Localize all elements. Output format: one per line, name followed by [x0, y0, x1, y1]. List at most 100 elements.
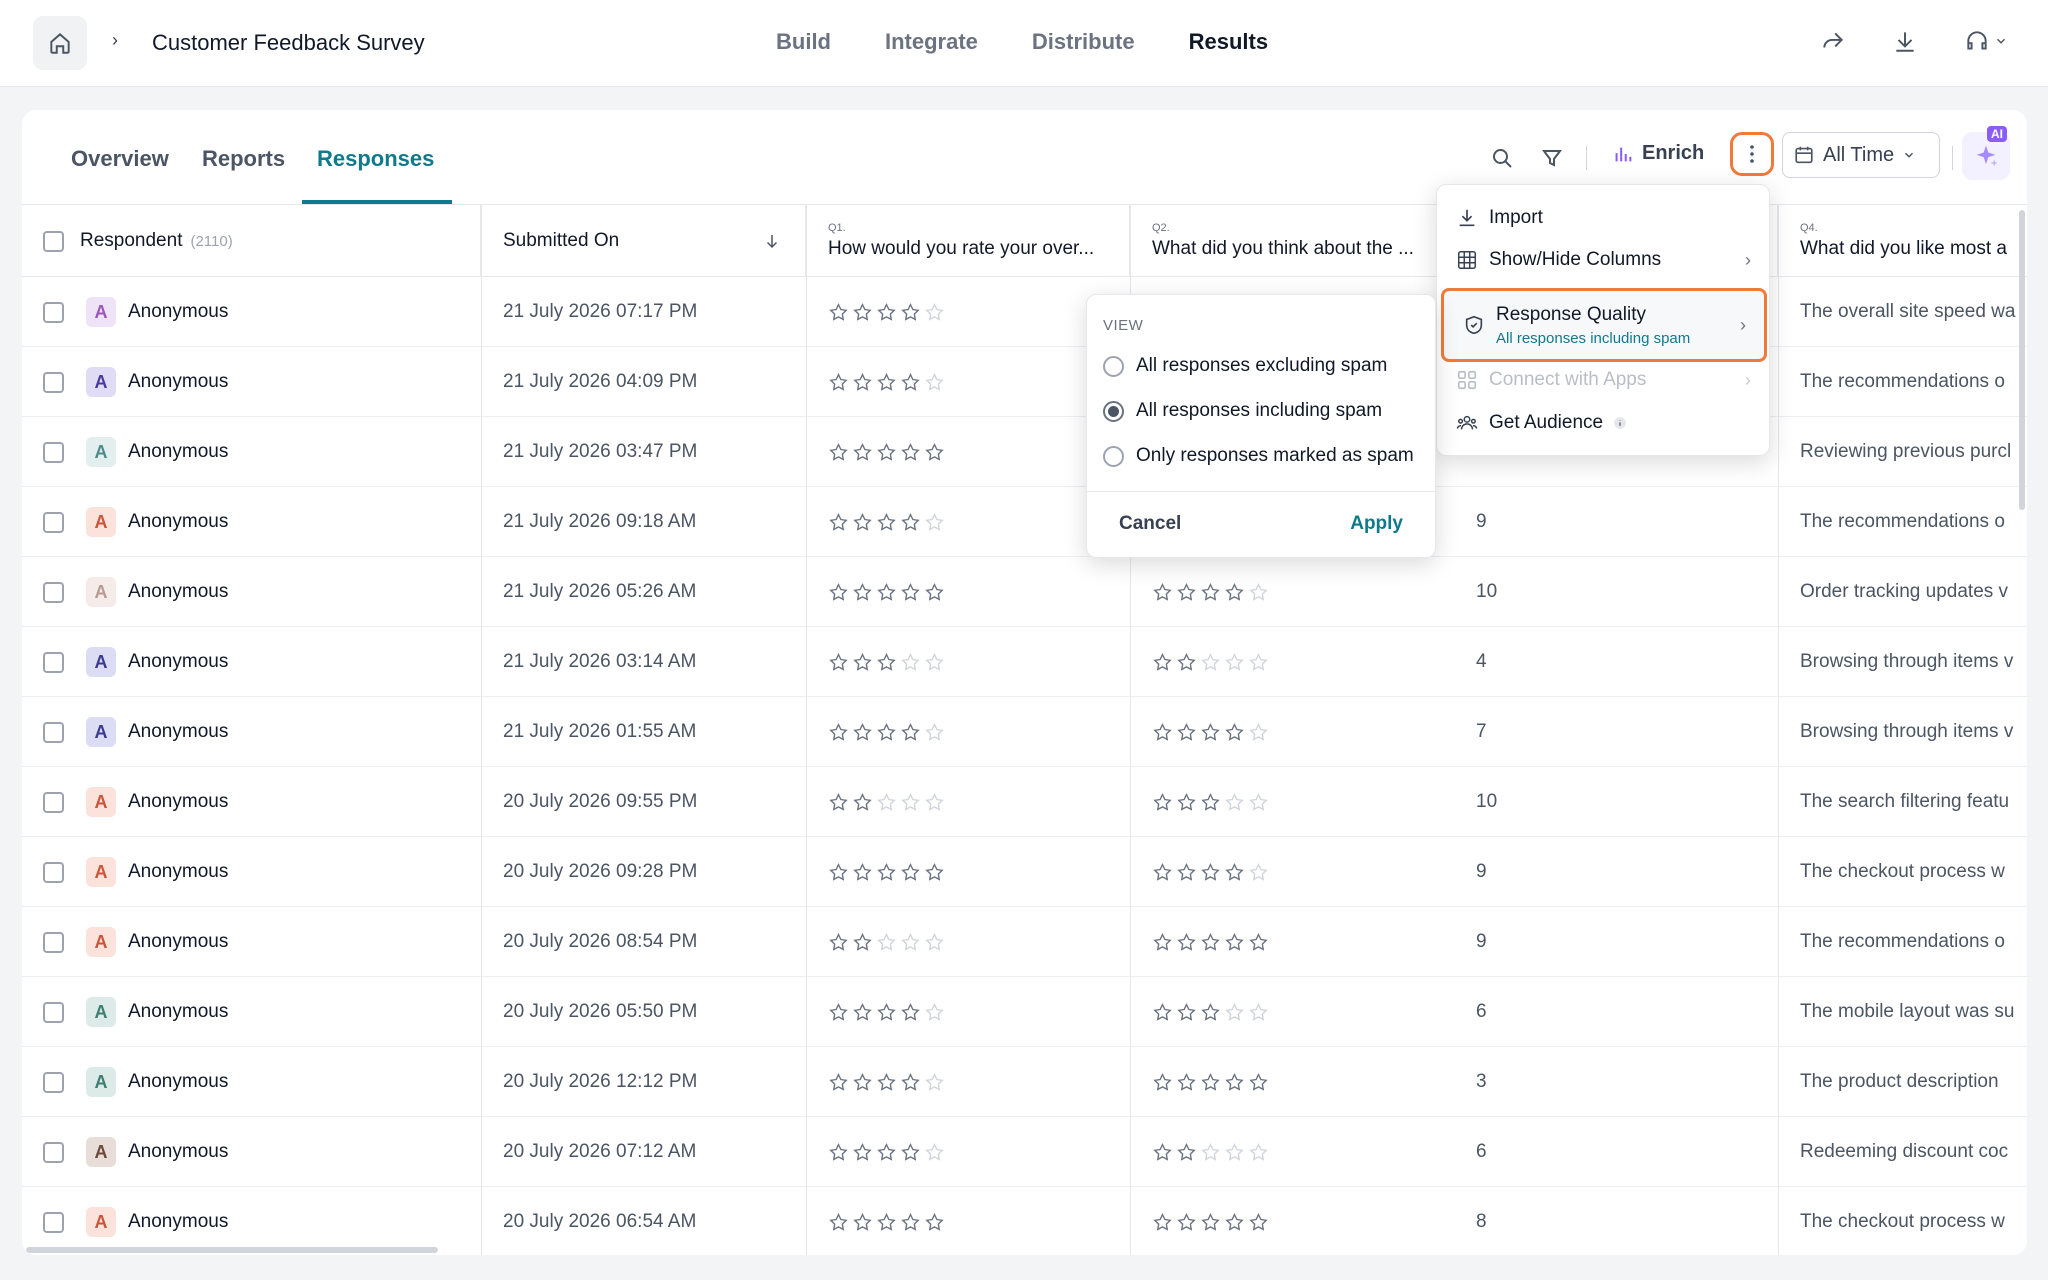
respondent-name[interactable]: Anonymous [128, 301, 228, 323]
row-checkbox[interactable] [43, 511, 64, 533]
nav-build[interactable]: Build [776, 29, 831, 55]
row-checkbox[interactable] [43, 301, 64, 323]
info-icon[interactable] [1613, 416, 1627, 430]
option-including-spam[interactable]: All responses including spam [1103, 400, 1382, 422]
table-row[interactable]: A Anonymous 20 July 2026 07:12 AM 6 Redeemin… [22, 1117, 2027, 1187]
vertical-scrollbar[interactable] [2019, 210, 2025, 510]
respondent-name[interactable]: Anonymous [128, 441, 228, 463]
home-button[interactable] [33, 16, 87, 70]
table-row[interactable]: A Anonymous 21 July 2026 09:18 AM 9 The reco… [22, 487, 2027, 557]
star-icon [925, 1072, 944, 1091]
star-icon [877, 582, 896, 601]
menu-get-audience[interactable]: Get Audience [1437, 406, 1769, 440]
header-q2[interactable]: Q2. What did you think about the ... [1130, 205, 1454, 277]
table-row[interactable]: A Anonymous 20 July 2026 05:50 PM 6 The mobi… [22, 977, 2027, 1047]
chevron-down-icon [1996, 38, 2006, 44]
radio-button[interactable] [1103, 355, 1124, 377]
sort-down-icon[interactable] [763, 232, 781, 250]
rating-stars [1152, 932, 1269, 953]
cancel-button[interactable]: Cancel [1119, 513, 1181, 535]
filter-button[interactable] [1536, 142, 1568, 174]
header-q1[interactable]: Q1. How would you rate your over... [806, 205, 1130, 277]
respondent-name[interactable]: Anonymous [128, 861, 228, 883]
row-checkbox[interactable] [43, 1071, 64, 1093]
respondent-cell: A Anonymous [43, 277, 473, 347]
q4-cell: The search filtering featu [1800, 791, 2010, 812]
menu-response-quality[interactable]: Response Quality All responses including… [1441, 288, 1767, 362]
radio-button[interactable] [1103, 445, 1124, 467]
row-checkbox[interactable] [43, 441, 64, 463]
respondent-cell: A Anonymous [43, 1117, 473, 1187]
row-checkbox[interactable] [43, 1211, 64, 1233]
table-row[interactable]: A Anonymous 21 July 2026 05:26 AM 10 Order t… [22, 557, 2027, 627]
row-checkbox[interactable] [43, 581, 64, 603]
row-checkbox[interactable] [43, 721, 64, 743]
table-row[interactable]: A Anonymous 20 July 2026 09:28 PM 9 The chec… [22, 837, 2027, 907]
nav-integrate[interactable]: Integrate [885, 29, 978, 55]
tab-overview[interactable]: Overview [71, 146, 169, 172]
respondent-name[interactable]: Anonymous [128, 1001, 228, 1023]
respondent-name[interactable]: Anonymous [128, 511, 228, 533]
star-icon [829, 1142, 848, 1161]
nav-results[interactable]: Results [1189, 29, 1268, 55]
help-button[interactable] [1964, 28, 2008, 54]
menu-show-hide-columns[interactable]: Show/Hide Columns › [1437, 243, 1769, 277]
avatar: A [86, 1207, 116, 1237]
q1-cell [828, 1117, 1128, 1187]
apply-button[interactable]: Apply [1350, 513, 1403, 535]
respondent-name[interactable]: Anonymous [128, 791, 228, 813]
table-row[interactable]: A Anonymous 20 July 2026 08:54 PM 9 The reco… [22, 907, 2027, 977]
respondent-name[interactable]: Anonymous [128, 721, 228, 743]
tab-reports[interactable]: Reports [202, 146, 285, 172]
table-row[interactable]: A Anonymous 20 July 2026 12:12 PM 3 The prod… [22, 1047, 2027, 1117]
row-checkbox[interactable] [43, 861, 64, 883]
radio-button-selected[interactable] [1103, 400, 1124, 422]
menu-import[interactable]: Import [1437, 201, 1769, 235]
row-checkbox[interactable] [43, 651, 64, 673]
q2-cell [1152, 767, 1452, 837]
option-only-spam[interactable]: Only responses marked as spam [1103, 445, 1414, 467]
respondent-name[interactable]: Anonymous [128, 1071, 228, 1093]
row-checkbox[interactable] [43, 1001, 64, 1023]
star-icon [829, 652, 848, 671]
row-checkbox[interactable] [43, 791, 64, 813]
search-button[interactable] [1486, 142, 1518, 174]
star-icon [1225, 1212, 1244, 1231]
scrollbar-thumb[interactable] [26, 1247, 438, 1253]
q3-cell: 6 [1476, 1141, 1487, 1162]
menu-import-label: Import [1489, 207, 1543, 228]
table-row[interactable]: A Anonymous 21 July 2026 01:55 AM 7 Browsing… [22, 697, 2027, 767]
download-icon[interactable] [1892, 28, 1918, 54]
avatar: A [86, 577, 116, 607]
q4-number: Q4. [1800, 222, 1818, 234]
nav-distribute[interactable]: Distribute [1032, 29, 1135, 55]
option-label: All responses excluding spam [1136, 355, 1388, 376]
star-icon [853, 512, 872, 531]
star-icon [1177, 1212, 1196, 1231]
respondent-name[interactable]: Anonymous [128, 371, 228, 393]
horizontal-scrollbar[interactable] [22, 1245, 2027, 1255]
header-q4[interactable]: Q4. What did you like most a [1778, 205, 2027, 277]
more-options-button[interactable] [1730, 132, 1774, 176]
submitted-on-cell: 21 July 2026 03:14 AM [503, 651, 697, 672]
row-checkbox[interactable] [43, 371, 64, 393]
header-respondent: Respondent (2110) [22, 205, 481, 277]
table-row[interactable]: A Anonymous 21 July 2026 03:14 AM 4 Browsing… [22, 627, 2027, 697]
row-checkbox[interactable] [43, 931, 64, 953]
row-checkbox[interactable] [43, 1141, 64, 1163]
respondent-name[interactable]: Anonymous [128, 651, 228, 673]
share-icon[interactable] [1820, 28, 1846, 54]
respondent-name[interactable]: Anonymous [128, 1141, 228, 1163]
select-all-checkbox[interactable] [43, 230, 64, 252]
table-row[interactable]: A Anonymous 20 July 2026 09:55 PM 10 The sea… [22, 767, 2027, 837]
respondent-name[interactable]: Anonymous [128, 581, 228, 603]
header-submitted-on[interactable]: Submitted On [481, 205, 806, 277]
respondent-name[interactable]: Anonymous [128, 1211, 228, 1233]
tab-responses[interactable]: Responses [317, 146, 434, 172]
enrich-button[interactable]: Enrich [1612, 142, 1704, 165]
q2-cell [1152, 1117, 1452, 1187]
star-icon [1153, 862, 1172, 881]
respondent-name[interactable]: Anonymous [128, 931, 228, 953]
date-range-select[interactable]: All Time [1782, 132, 1940, 178]
option-excluding-spam[interactable]: All responses excluding spam [1103, 355, 1387, 377]
